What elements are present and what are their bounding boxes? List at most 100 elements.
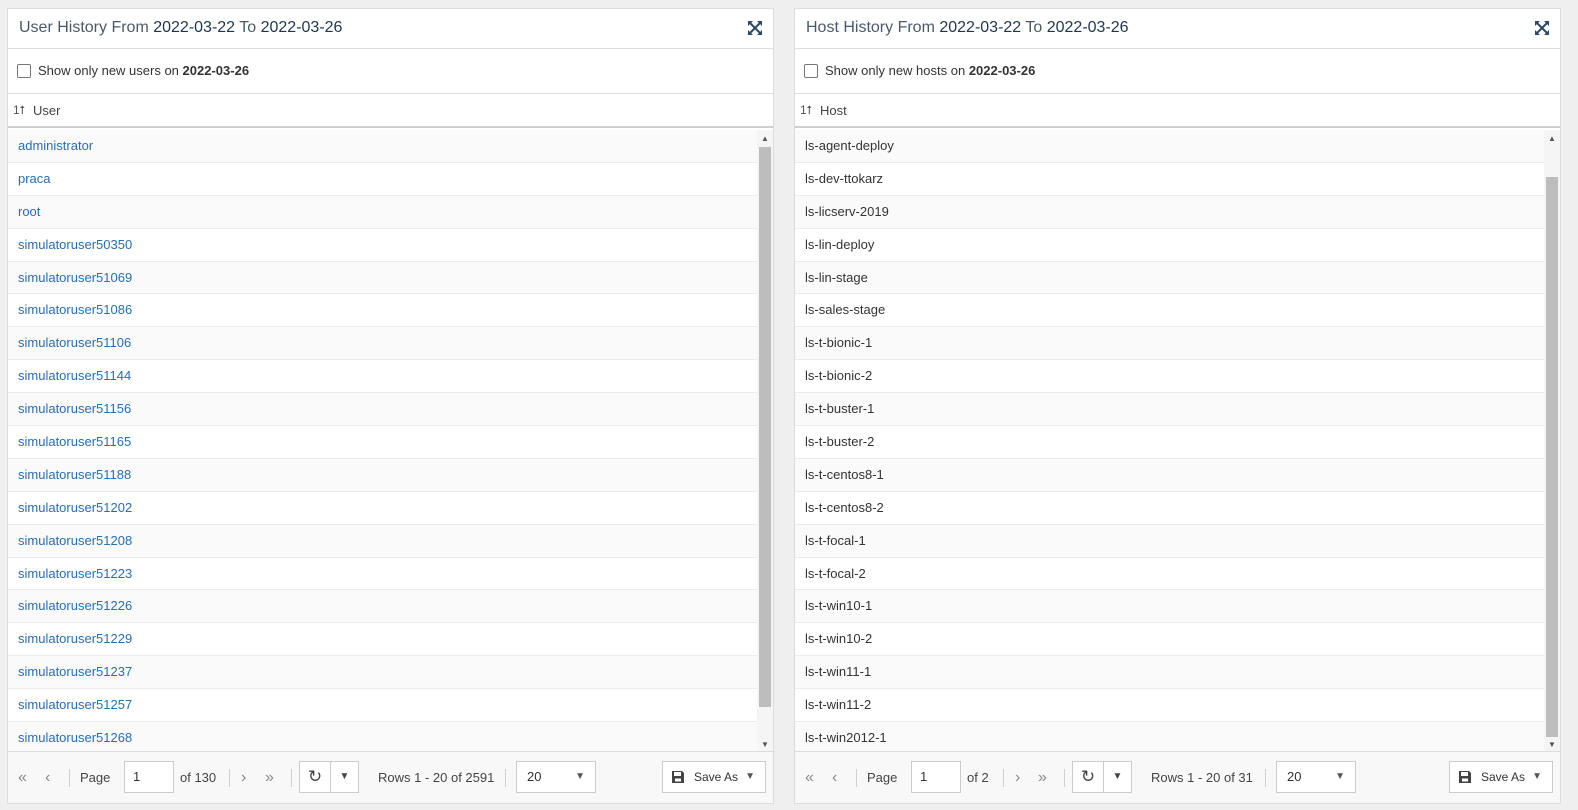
user-pager: « ‹ Page 1 of 130 › » ↻ ▼ Rows 1 - 20 of… [8, 751, 773, 803]
user-row[interactable]: simulatoruser51226 [8, 590, 759, 624]
user-name[interactable]: simulatoruser51226 [18, 598, 132, 613]
page-size-select[interactable]: 20 ▼ [516, 761, 596, 793]
refresh-control: ↻ ▼ [1072, 761, 1132, 793]
user-row[interactable]: simulatoruser51208 [8, 524, 759, 558]
user-name[interactable]: simulatoruser51229 [18, 631, 132, 646]
host-name: ls-t-win10-2 [805, 631, 873, 647]
user-name[interactable]: simulatoruser51257 [18, 697, 132, 712]
scroll-up-icon[interactable]: ▲ [1544, 132, 1560, 146]
user-name[interactable]: simulatoruser51237 [18, 664, 132, 679]
new-hosts-filter: Show only new hosts on 2022-03-26 [795, 49, 1560, 94]
host-row: ls-t-win2012-1 [795, 722, 1546, 752]
filter-date: 2022-03-26 [182, 63, 250, 78]
user-name[interactable]: simulatoruser51144 [18, 368, 131, 383]
new-users-checkbox[interactable] [17, 64, 31, 78]
pager-divider [1064, 769, 1065, 787]
new-hosts-filter-label: Show only new hosts on 2022-03-26 [825, 63, 1035, 78]
user-name[interactable]: simulatoruser51156 [18, 401, 131, 416]
user-row[interactable]: simulatoruser51156 [8, 393, 759, 427]
user-name[interactable]: administrator [18, 138, 93, 153]
page-input[interactable]: 1 [911, 761, 961, 793]
page-input[interactable]: 1 [124, 761, 174, 793]
user-row[interactable]: simulatoruser51106 [8, 327, 759, 361]
refresh-options-chevron-down-icon[interactable]: ▼ [330, 762, 358, 792]
last-page-icon[interactable]: » [1038, 752, 1047, 804]
title-date-to: 2022-03-26 [260, 19, 343, 36]
host-name: ls-t-bionic-2 [805, 368, 873, 384]
host-history-title: Host History From 2022-03-22 To 2022-03-… [806, 19, 1129, 37]
next-page-icon[interactable]: › [1015, 752, 1020, 804]
next-page-icon[interactable]: › [241, 752, 246, 804]
first-page-icon[interactable]: « [18, 752, 27, 804]
scroll-thumb[interactable] [1546, 177, 1558, 737]
scroll-thumb[interactable] [759, 147, 771, 707]
user-row[interactable]: simulatoruser51069 [8, 261, 759, 295]
user-row[interactable]: simulatoruser51202 [8, 492, 759, 525]
user-list-scrollbar[interactable]: ▲ ▼ [757, 130, 773, 752]
user-row[interactable]: simulatoruser51188 [8, 458, 759, 492]
user-row[interactable]: simulatoruser51144 [8, 360, 759, 394]
filter-text: Show only new users on [38, 63, 179, 78]
user-name[interactable]: simulatoruser51268 [18, 730, 132, 745]
user-row[interactable]: simulatoruser51165 [8, 426, 759, 459]
page-label: Page [80, 770, 111, 785]
save-as-label: Save As [694, 770, 739, 784]
host-name: ls-t-bionic-1 [805, 335, 873, 351]
user-column-header[interactable]: 1⭡ User [8, 94, 773, 128]
scroll-up-icon[interactable]: ▲ [757, 132, 773, 146]
host-list-scrollbar[interactable]: ▲ ▼ [1544, 130, 1560, 752]
refresh-options-chevron-down-icon[interactable]: ▼ [1103, 762, 1131, 792]
host-column-header[interactable]: 1⭡ Host [795, 94, 1560, 128]
host-row: ls-t-win10-1 [795, 590, 1546, 624]
expand-icon[interactable] [747, 20, 763, 36]
host-name: ls-t-centos8-2 [805, 499, 884, 515]
refresh-icon[interactable]: ↻ [300, 762, 330, 792]
user-name[interactable]: simulatoruser51223 [18, 566, 132, 581]
user-row[interactable]: simulatoruser51257 [8, 689, 759, 723]
chevron-down-icon: ▼ [745, 771, 755, 782]
save-as-button[interactable]: Save As ▼ [662, 761, 766, 793]
expand-icon[interactable] [1534, 20, 1550, 36]
user-row[interactable]: simulatoruser51268 [8, 722, 759, 752]
user-name[interactable]: simulatoruser51165 [18, 434, 131, 449]
user-name[interactable]: simulatoruser51069 [18, 270, 132, 285]
rows-info: Rows 1 - 20 of 31 [1151, 770, 1253, 785]
user-row[interactable]: simulatoruser51086 [8, 294, 759, 328]
user-name[interactable]: root [18, 204, 40, 219]
prev-page-icon[interactable]: ‹ [45, 752, 50, 804]
host-name: ls-t-win2012-1 [805, 730, 887, 746]
user-name[interactable]: simulatoruser51202 [18, 500, 132, 515]
save-as-button[interactable]: Save As ▼ [1449, 761, 1553, 793]
host-row: ls-t-win11-2 [795, 689, 1546, 723]
user-row[interactable]: simulatoruser51223 [8, 558, 759, 591]
host-row: ls-t-win11-1 [795, 656, 1546, 690]
user-name[interactable]: simulatoruser51106 [18, 335, 131, 350]
scroll-down-icon[interactable]: ▼ [757, 738, 773, 752]
scroll-down-icon[interactable]: ▼ [1544, 738, 1560, 752]
user-name[interactable]: simulatoruser51188 [18, 467, 131, 482]
user-row[interactable]: administrator [8, 130, 759, 163]
first-page-icon[interactable]: « [805, 752, 814, 804]
user-name[interactable]: simulatoruser51208 [18, 533, 132, 548]
host-name: ls-t-centos8-1 [805, 466, 884, 482]
host-name: ls-t-buster-2 [805, 434, 875, 450]
rows-info: Rows 1 - 20 of 2591 [378, 770, 495, 785]
user-name[interactable]: simulatoruser51086 [18, 302, 132, 317]
user-row[interactable]: simulatoruser51229 [8, 623, 759, 657]
host-name: ls-sales-stage [805, 302, 886, 318]
page-size-select[interactable]: 20 ▼ [1276, 761, 1356, 793]
user-row[interactable]: simulatoruser51237 [8, 656, 759, 690]
user-row[interactable]: praca [8, 163, 759, 196]
refresh-icon[interactable]: ↻ [1073, 762, 1103, 792]
pager-divider [856, 769, 857, 787]
prev-page-icon[interactable]: ‹ [832, 752, 837, 804]
user-name[interactable]: simulatoruser50350 [18, 237, 132, 252]
new-hosts-checkbox[interactable] [804, 64, 818, 78]
save-disk-icon [1459, 771, 1471, 783]
save-disk-icon [672, 771, 684, 783]
last-page-icon[interactable]: » [265, 752, 274, 804]
user-row[interactable]: root [8, 195, 759, 229]
pager-divider [291, 769, 292, 787]
user-name[interactable]: praca [18, 171, 51, 186]
user-row[interactable]: simulatoruser50350 [8, 229, 759, 262]
